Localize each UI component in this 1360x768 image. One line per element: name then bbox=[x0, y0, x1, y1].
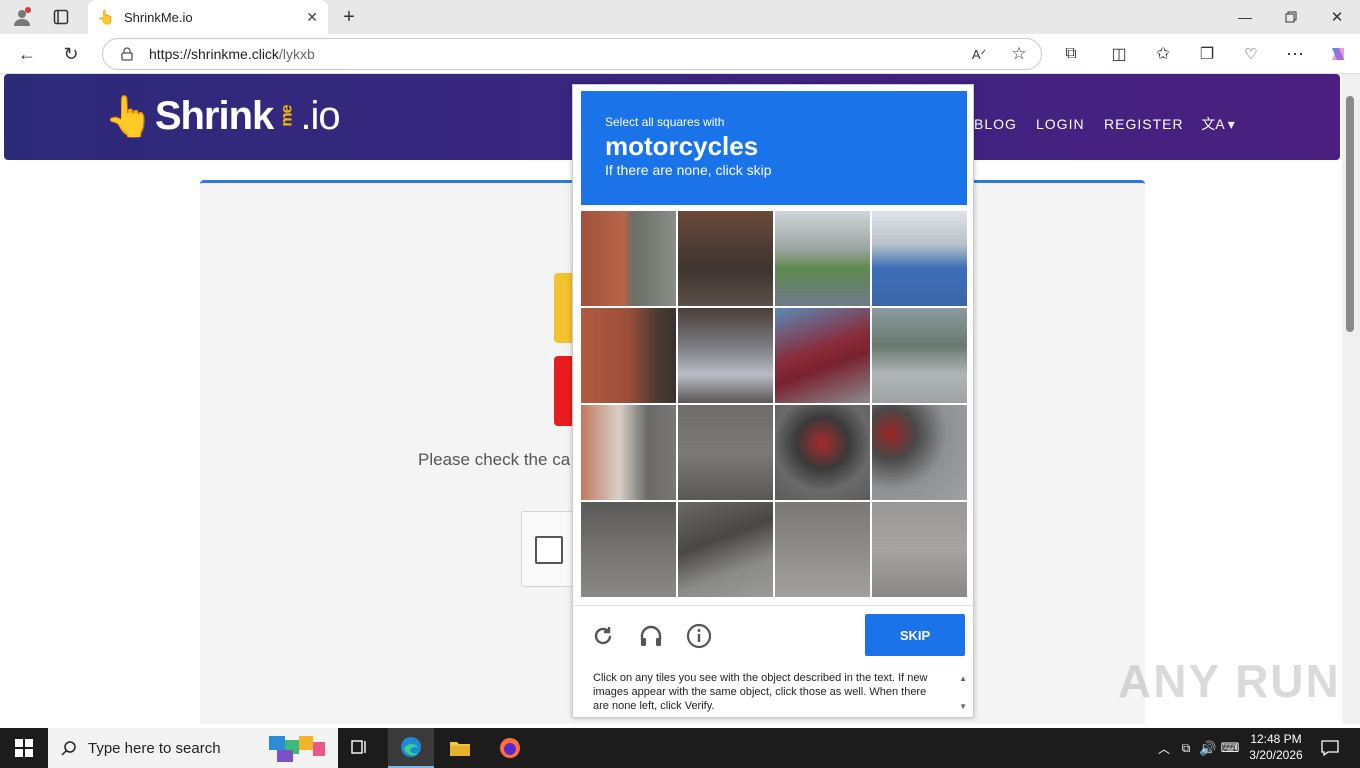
captcha-tile[interactable] bbox=[775, 211, 870, 306]
clock-time: 12:48 PM bbox=[1250, 732, 1302, 746]
captcha-tile[interactable] bbox=[678, 308, 773, 403]
recaptcha-checkbox[interactable] bbox=[535, 536, 563, 564]
close-tab-icon[interactable]: ✕ bbox=[306, 9, 318, 26]
page-scrollbar[interactable] bbox=[1342, 74, 1360, 724]
captcha-tile[interactable] bbox=[775, 405, 870, 500]
skip-button[interactable]: SKIP bbox=[865, 614, 965, 656]
profile-icon[interactable] bbox=[10, 6, 34, 28]
captcha-tile[interactable] bbox=[581, 308, 676, 403]
logo-text-me: me bbox=[278, 105, 296, 127]
captcha-image-grid bbox=[581, 211, 967, 597]
reload-icon[interactable] bbox=[589, 622, 617, 650]
captcha-footer: SKIP Click on any tiles you see with the… bbox=[573, 605, 973, 717]
captcha-tile[interactable] bbox=[872, 211, 967, 306]
favorites-icon[interactable]: ✩ bbox=[1152, 43, 1174, 65]
minimize-icon[interactable]: — bbox=[1234, 6, 1256, 28]
address-bar[interactable]: https://shrinkme.click/lykxb Aᐟ ☆ bbox=[102, 38, 1042, 70]
captcha-target: motorcycles bbox=[605, 131, 759, 161]
split-screen-icon[interactable]: ◫ bbox=[1108, 43, 1130, 65]
clock-date: 3/20/2026 bbox=[1249, 748, 1303, 762]
tab-shrinkme[interactable]: 👆 ShrinkMe.io ✕ bbox=[88, 0, 328, 34]
firefox-icon[interactable] bbox=[496, 734, 524, 762]
help-scroll-up-icon[interactable]: ▲ bbox=[959, 674, 967, 683]
nav-login[interactable]: LOGIN bbox=[1036, 116, 1085, 132]
extensions-icon[interactable]: ⧉ bbox=[1060, 43, 1082, 65]
hand-favicon-icon: 👆 bbox=[97, 8, 115, 25]
logo-text-main: Shrink bbox=[154, 93, 274, 138]
captcha-tile[interactable] bbox=[581, 502, 676, 597]
windows-start-icon[interactable] bbox=[10, 734, 38, 762]
captcha-tile[interactable] bbox=[775, 502, 870, 597]
help-scroll-down-icon[interactable]: ▼ bbox=[959, 702, 967, 711]
audio-headphones-icon[interactable] bbox=[637, 622, 665, 650]
browser-window: 👆 ShrinkMe.io ✕ + — ✕ ← ↻ https://shrink… bbox=[0, 0, 1360, 768]
check-captcha-text: Please check the ca bbox=[418, 450, 571, 469]
copilot-icon[interactable] bbox=[1326, 43, 1350, 65]
yellow-button[interactable] bbox=[554, 273, 574, 343]
search-icon bbox=[60, 739, 78, 757]
captcha-tile[interactable] bbox=[872, 502, 967, 597]
nav-register[interactable]: REGISTER bbox=[1104, 116, 1184, 132]
tab-actions-icon[interactable] bbox=[50, 7, 72, 27]
read-aloud-icon[interactable]: Aᐟ bbox=[969, 45, 989, 65]
restore-icon[interactable] bbox=[1280, 6, 1302, 28]
captcha-help-text: Click on any tiles you see with the obje… bbox=[593, 672, 928, 712]
captcha-tile[interactable] bbox=[678, 405, 773, 500]
info-icon[interactable] bbox=[685, 622, 713, 650]
captcha-tile[interactable] bbox=[872, 308, 967, 403]
shrinkme-logo[interactable]: 👆 Shrink me .io bbox=[104, 90, 341, 142]
logo-text-io: .io bbox=[300, 93, 340, 138]
performance-icon[interactable]: ♡ bbox=[1240, 43, 1262, 65]
captcha-tile[interactable] bbox=[678, 211, 773, 306]
taskbar-clock[interactable]: 12:48 PM 3/20/2026 bbox=[1236, 731, 1316, 763]
captcha-tile[interactable] bbox=[775, 308, 870, 403]
captcha-challenge: Select all squares with motorcycles If t… bbox=[572, 84, 974, 718]
favorite-star-icon[interactable]: ☆ bbox=[1009, 44, 1029, 64]
captcha-tile[interactable] bbox=[581, 211, 676, 306]
back-icon[interactable]: ← bbox=[16, 43, 38, 65]
address-toolbar: ← ↻ https://shrinkme.click/lykxb Aᐟ ☆ ⧉ … bbox=[0, 34, 1360, 74]
red-button[interactable] bbox=[554, 356, 574, 426]
captcha-header: Select all squares with motorcycles If t… bbox=[581, 91, 967, 205]
nav-blog[interactable]: BLOG bbox=[974, 116, 1017, 132]
url-host: https://shrinkme.click bbox=[149, 46, 279, 62]
scrollbar-thumb[interactable] bbox=[1346, 96, 1354, 332]
anyrun-watermark: ANY RUN bbox=[1118, 655, 1341, 707]
tab-title: ShrinkMe.io bbox=[124, 9, 193, 25]
edge-taskbar-icon[interactable] bbox=[388, 728, 434, 768]
task-view-icon[interactable] bbox=[346, 734, 374, 762]
lock-icon[interactable] bbox=[119, 46, 135, 62]
tab-bar: 👆 ShrinkMe.io ✕ + — ✕ bbox=[0, 0, 1360, 34]
captcha-instruction: Select all squares with bbox=[605, 115, 725, 129]
close-window-icon[interactable]: ✕ bbox=[1326, 6, 1348, 28]
search-highlight-puzzle-icon bbox=[266, 731, 328, 765]
search-placeholder: Type here to search bbox=[88, 739, 221, 757]
refresh-icon[interactable]: ↻ bbox=[60, 43, 82, 65]
notification-icon[interactable] bbox=[1316, 734, 1344, 762]
taskbar-search[interactable]: Type here to search bbox=[48, 728, 338, 768]
url-path: /lykxb bbox=[278, 46, 315, 62]
collections-icon[interactable]: ❐ bbox=[1196, 43, 1218, 65]
captcha-tile[interactable] bbox=[581, 405, 676, 500]
language-translate-icon[interactable]: 文A ▾ bbox=[1196, 112, 1240, 136]
taskbar: Type here to search ︿ ⧉ 🔊 ⌨ 12:48 PM 3/2… bbox=[0, 728, 1360, 768]
captcha-subinstruction: If there are none, click skip bbox=[605, 162, 772, 178]
hand-logo-icon: 👆 bbox=[104, 94, 154, 139]
captcha-tile[interactable] bbox=[872, 405, 967, 500]
new-tab-icon[interactable]: + bbox=[338, 6, 360, 28]
more-menu-icon[interactable]: ⋯ bbox=[1284, 43, 1306, 65]
captcha-tile[interactable] bbox=[678, 502, 773, 597]
file-explorer-icon[interactable] bbox=[446, 734, 474, 762]
